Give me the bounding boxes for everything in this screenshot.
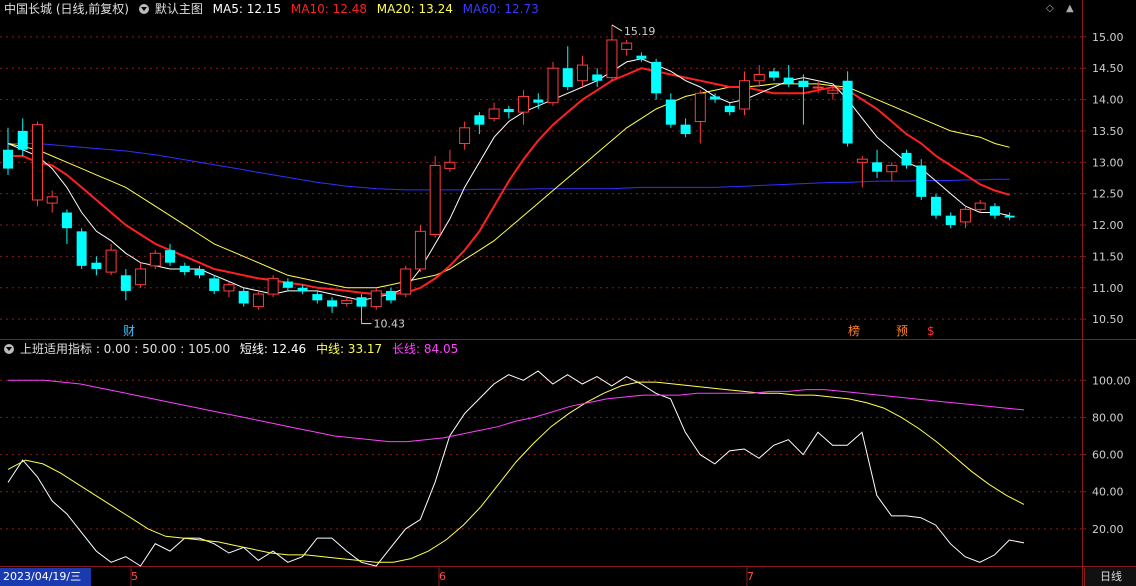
candle-body (665, 99, 676, 125)
indicator-y-tick-label: 40.00 (1092, 486, 1124, 499)
y-tick-label: 14.00 (1092, 94, 1124, 107)
candle-body (694, 92, 706, 123)
candle-body (46, 196, 58, 204)
candle-body (753, 73, 765, 82)
candle-body (252, 293, 264, 308)
ranking-marker: 榜 (848, 323, 860, 338)
candle-body (827, 89, 839, 94)
candle-body (17, 130, 28, 150)
candle-body (149, 252, 161, 267)
candle-body (165, 250, 176, 263)
candle-body (798, 80, 809, 88)
candle-body (680, 124, 691, 135)
candle-body (872, 162, 883, 172)
indicator-y-tick-label: 60.00 (1092, 449, 1124, 462)
candle-body (414, 230, 426, 270)
long-line-series (8, 379, 1025, 443)
y-tick-label: 13.00 (1092, 156, 1124, 169)
month-label-6: 6 (439, 570, 446, 583)
y-tick-label: 13.50 (1092, 125, 1124, 138)
candle-body (547, 67, 559, 104)
candle-body (856, 158, 868, 163)
candle-body (576, 64, 588, 82)
candle-body (503, 108, 514, 113)
indicator-y-tick-label: 100.00 (1092, 374, 1131, 387)
candle-body (768, 71, 779, 78)
candle-body (400, 268, 412, 295)
candle-body (105, 249, 117, 273)
indicator-y-tick-label: 20.00 (1092, 523, 1124, 536)
candle-body (474, 115, 485, 125)
candle-body (312, 294, 323, 301)
candle-body (209, 278, 220, 291)
candle-body (385, 290, 396, 301)
finance-marker: 财 (123, 324, 135, 338)
period-button[interactable]: 日线 (1084, 568, 1136, 586)
candle-body (370, 290, 382, 308)
candle-body (930, 196, 941, 216)
month-label-5: 5 (131, 570, 138, 583)
y-tick-label: 12.00 (1092, 219, 1124, 232)
forecast-marker: 预 (896, 324, 908, 338)
candle-body (31, 124, 43, 201)
candle-body (621, 42, 633, 50)
candle-body (518, 95, 530, 113)
candle-body (282, 281, 293, 288)
y-tick-label: 14.50 (1092, 62, 1124, 75)
high-pointer (611, 24, 623, 32)
candle-body (812, 86, 824, 89)
candle-body (724, 105, 735, 113)
y-tick-label: 11.00 (1092, 282, 1124, 295)
candle-body (739, 80, 750, 110)
cursor-date: 2023/04/19/三 (0, 568, 91, 586)
candle-body (916, 165, 927, 197)
candle-body (886, 164, 898, 173)
candle-body (223, 284, 235, 292)
y-tick-label: 11.50 (1092, 250, 1124, 263)
high-price-label: 15.19 (624, 25, 656, 38)
candle-body (842, 80, 853, 144)
candle-body (297, 287, 308, 291)
candle-body (488, 108, 500, 119)
candle-body (783, 77, 794, 84)
candle-body (989, 206, 1000, 216)
candle-body (356, 297, 367, 307)
stock-chart-svg[interactable]: 10.50 11.00 11.50 12.00 12.50 13.00 13.50 14.00… (0, 0, 1136, 586)
candle-body (91, 262, 102, 269)
candle-body (636, 55, 647, 59)
candle-body (179, 265, 190, 273)
candle-body (1004, 215, 1015, 218)
y-tick-label: 15.00 (1092, 31, 1124, 44)
dollar-marker: $ (927, 324, 935, 338)
candle-body (651, 61, 662, 94)
candle-body (592, 74, 603, 81)
candle-body (194, 268, 205, 276)
y-tick-label: 10.50 (1092, 313, 1124, 326)
candle-body (459, 127, 471, 144)
candle-body (562, 68, 573, 88)
candle-body (61, 212, 72, 229)
candle-body (959, 208, 971, 223)
candle-body (120, 275, 131, 291)
candle-body (135, 268, 147, 286)
low-price-label: 10.43 (374, 318, 406, 331)
candle-body (444, 161, 456, 170)
candle-body (533, 99, 544, 103)
candle-body (238, 290, 249, 304)
month-label-7: 7 (747, 570, 754, 583)
candle-body (267, 277, 279, 295)
candle-body (606, 39, 618, 79)
candle-body (327, 300, 338, 307)
candle-body (76, 231, 87, 266)
y-tick-label: 12.50 (1092, 188, 1124, 201)
indicator-y-tick-label: 80.00 (1092, 411, 1124, 424)
candle-body (974, 202, 986, 210)
candle-body (341, 299, 353, 304)
candle-body (3, 149, 13, 169)
candle-body (945, 215, 956, 226)
candle-body (710, 96, 721, 100)
candle-body (429, 164, 441, 235)
candle-body (901, 152, 912, 166)
